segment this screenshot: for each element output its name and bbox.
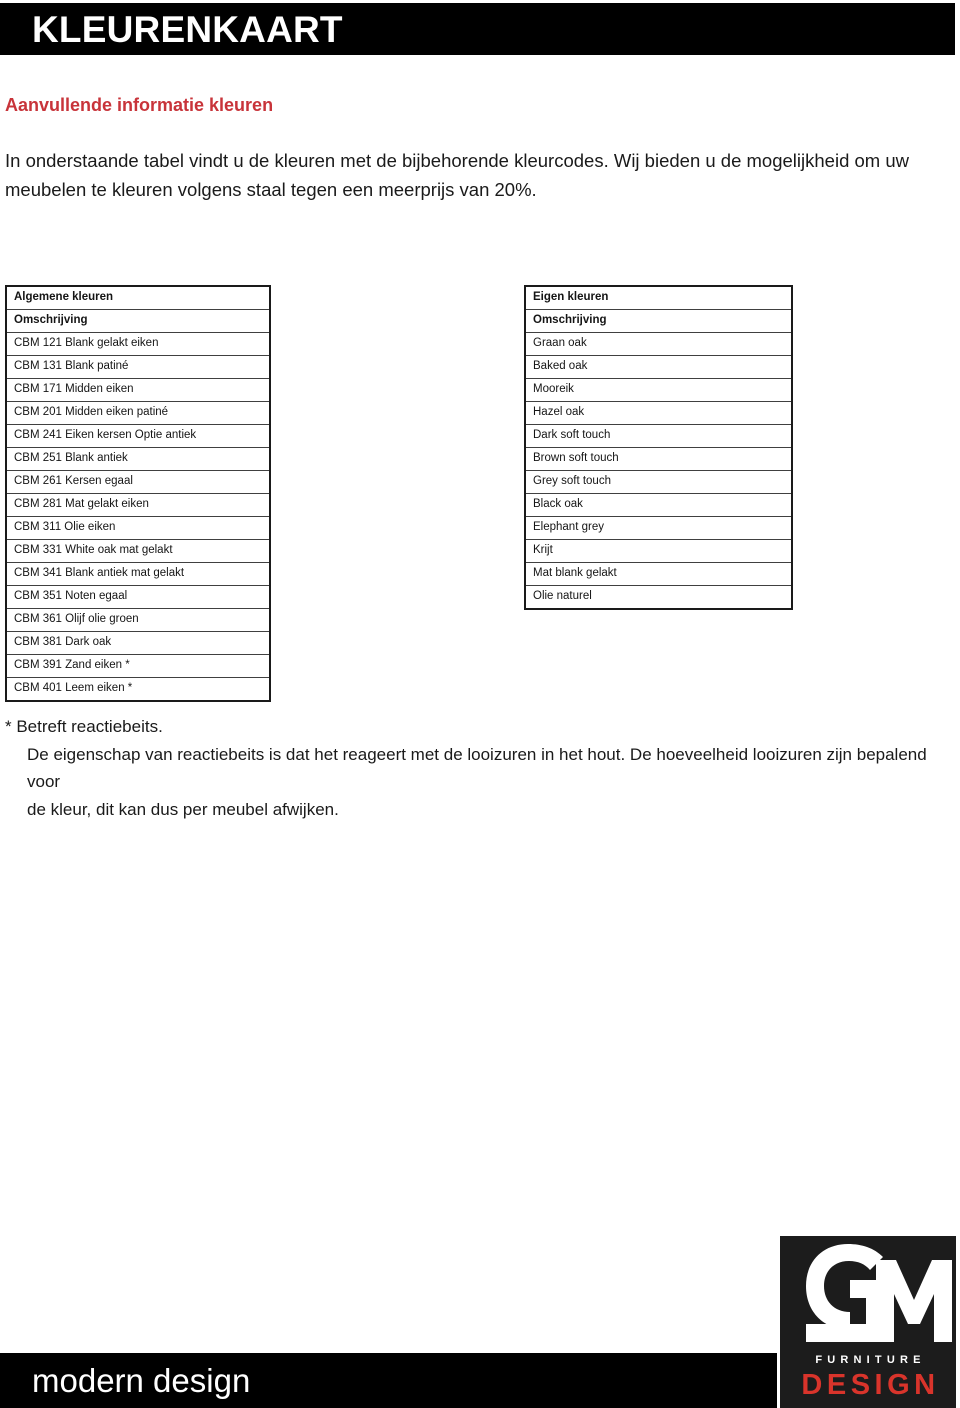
footnote-line-2: De eigenschap van reactiebeits is dat he… (27, 744, 927, 792)
table-own-cell: Olie naturel (524, 585, 793, 610)
table-own-cell: Graan oak (524, 332, 793, 356)
table-general-cell: CBM 391 Zand eiken * (5, 654, 271, 678)
table-own-cell: Hazel oak (524, 401, 793, 425)
table-own-cell: Mat blank gelakt (524, 562, 793, 586)
table-row: Krijt (524, 539, 793, 563)
table-row: Hazel oak (524, 401, 793, 425)
table-row: CBM 311 Olie eiken (5, 516, 271, 540)
table-general-column-header-row: Omschrijving (5, 309, 271, 333)
footnote-line-3: de kleur, dit kan dus per meubel afwijke… (27, 799, 339, 819)
table-own-cell: Grey soft touch (524, 470, 793, 494)
table-general-cell: CBM 331 White oak mat gelakt (5, 539, 271, 563)
table-row: CBM 261 Kersen egaal (5, 470, 271, 494)
gm-monogram-icon (806, 1244, 952, 1342)
page-title: KLEURENKAART (32, 8, 343, 50)
table-own-cell: Krijt (524, 539, 793, 563)
table-row: Grey soft touch (524, 470, 793, 494)
table-row: Graan oak (524, 332, 793, 356)
table-general-cell: CBM 201 Midden eiken patiné (5, 401, 271, 425)
table-general-cell: CBM 401 Leem eiken * (5, 677, 271, 702)
table-general-cell: CBM 131 Blank patiné (5, 355, 271, 379)
table-general-cell: CBM 251 Blank antiek (5, 447, 271, 471)
table-own-title-row: Eigen kleuren (524, 285, 793, 310)
table-row: Mooreik (524, 378, 793, 402)
table-general-title-row: Algemene kleuren (5, 285, 271, 310)
table-general-cell: CBM 361 Olijf olie groen (5, 608, 271, 632)
table-row: CBM 381 Dark oak (5, 631, 271, 655)
table-row: Elephant grey (524, 516, 793, 540)
footnote-block: * Betreft reactiebeits. De eigenschap va… (5, 713, 955, 823)
table-row: CBM 391 Zand eiken * (5, 654, 271, 678)
table-general-body: Algemene kleuren Omschrijving CBM 121 Bl… (5, 285, 271, 702)
table-row: Dark soft touch (524, 424, 793, 448)
logo-furniture-text: FURNITURE (815, 1354, 926, 1366)
table-row: CBM 361 Olijf olie groen (5, 608, 271, 632)
table-general-colors: Algemene kleuren Omschrijving CBM 121 Bl… (5, 285, 271, 702)
table-own-cell: Elephant grey (524, 516, 793, 540)
table-own-cell: Baked oak (524, 355, 793, 379)
table-general-title: Algemene kleuren (5, 285, 271, 310)
table-row: CBM 241 Eiken kersen Optie antiek (5, 424, 271, 448)
table-own-cell: Brown soft touch (524, 447, 793, 471)
gm-logo: FURNITURE DESIGN (780, 1236, 956, 1408)
table-row: CBM 201 Midden eiken patiné (5, 401, 271, 425)
table-own-cell: Mooreik (524, 378, 793, 402)
table-general-cell: CBM 121 Blank gelakt eiken (5, 332, 271, 356)
table-own-cell: Black oak (524, 493, 793, 517)
table-general-cell: CBM 261 Kersen egaal (5, 470, 271, 494)
footer-tagline: modern design (32, 1362, 251, 1399)
table-row: Baked oak (524, 355, 793, 379)
table-general-cell: CBM 341 Blank antiek mat gelakt (5, 562, 271, 586)
table-row: CBM 121 Blank gelakt eiken (5, 332, 271, 356)
table-general-cell: CBM 311 Olie eiken (5, 516, 271, 540)
table-general-cell: CBM 171 Midden eiken (5, 378, 271, 402)
table-general-cell: CBM 241 Eiken kersen Optie antiek (5, 424, 271, 448)
table-row: Olie naturel (524, 585, 793, 610)
table-row: CBM 331 White oak mat gelakt (5, 539, 271, 563)
table-row: CBM 171 Midden eiken (5, 378, 271, 402)
table-own-column-header-row: Omschrijving (524, 309, 793, 333)
logo-design-text: DESIGN (801, 1369, 940, 1401)
table-own-body: Eigen kleuren Omschrijving Graan oak Bak… (524, 285, 793, 610)
table-general-column-header: Omschrijving (5, 309, 271, 333)
table-row: CBM 251 Blank antiek (5, 447, 271, 471)
table-row: CBM 281 Mat gelakt eiken (5, 493, 271, 517)
footer-banner: modern design (0, 1353, 777, 1408)
table-row: CBM 401 Leem eiken * (5, 677, 271, 702)
table-row: CBM 351 Noten egaal (5, 585, 271, 609)
table-general-cell: CBM 281 Mat gelakt eiken (5, 493, 271, 517)
table-row: CBM 341 Blank antiek mat gelakt (5, 562, 271, 586)
table-row: Mat blank gelakt (524, 562, 793, 586)
table-row: CBM 131 Blank patiné (5, 355, 271, 379)
table-row: Brown soft touch (524, 447, 793, 471)
intro-paragraph: In onderstaande tabel vindt u de kleuren… (5, 150, 909, 200)
table-own-colors: Eigen kleuren Omschrijving Graan oak Bak… (524, 285, 793, 610)
footnote-line-1: * Betreft reactiebeits. (5, 717, 163, 736)
table-general-cell: CBM 381 Dark oak (5, 631, 271, 655)
header-banner: KLEURENKAART (0, 3, 955, 55)
table-row: Black oak (524, 493, 793, 517)
table-own-column-header: Omschrijving (524, 309, 793, 333)
table-own-title: Eigen kleuren (524, 285, 793, 310)
table-own-cell: Dark soft touch (524, 424, 793, 448)
table-general-cell: CBM 351 Noten egaal (5, 585, 271, 609)
section-heading: Aanvullende informatie kleuren (5, 95, 274, 115)
